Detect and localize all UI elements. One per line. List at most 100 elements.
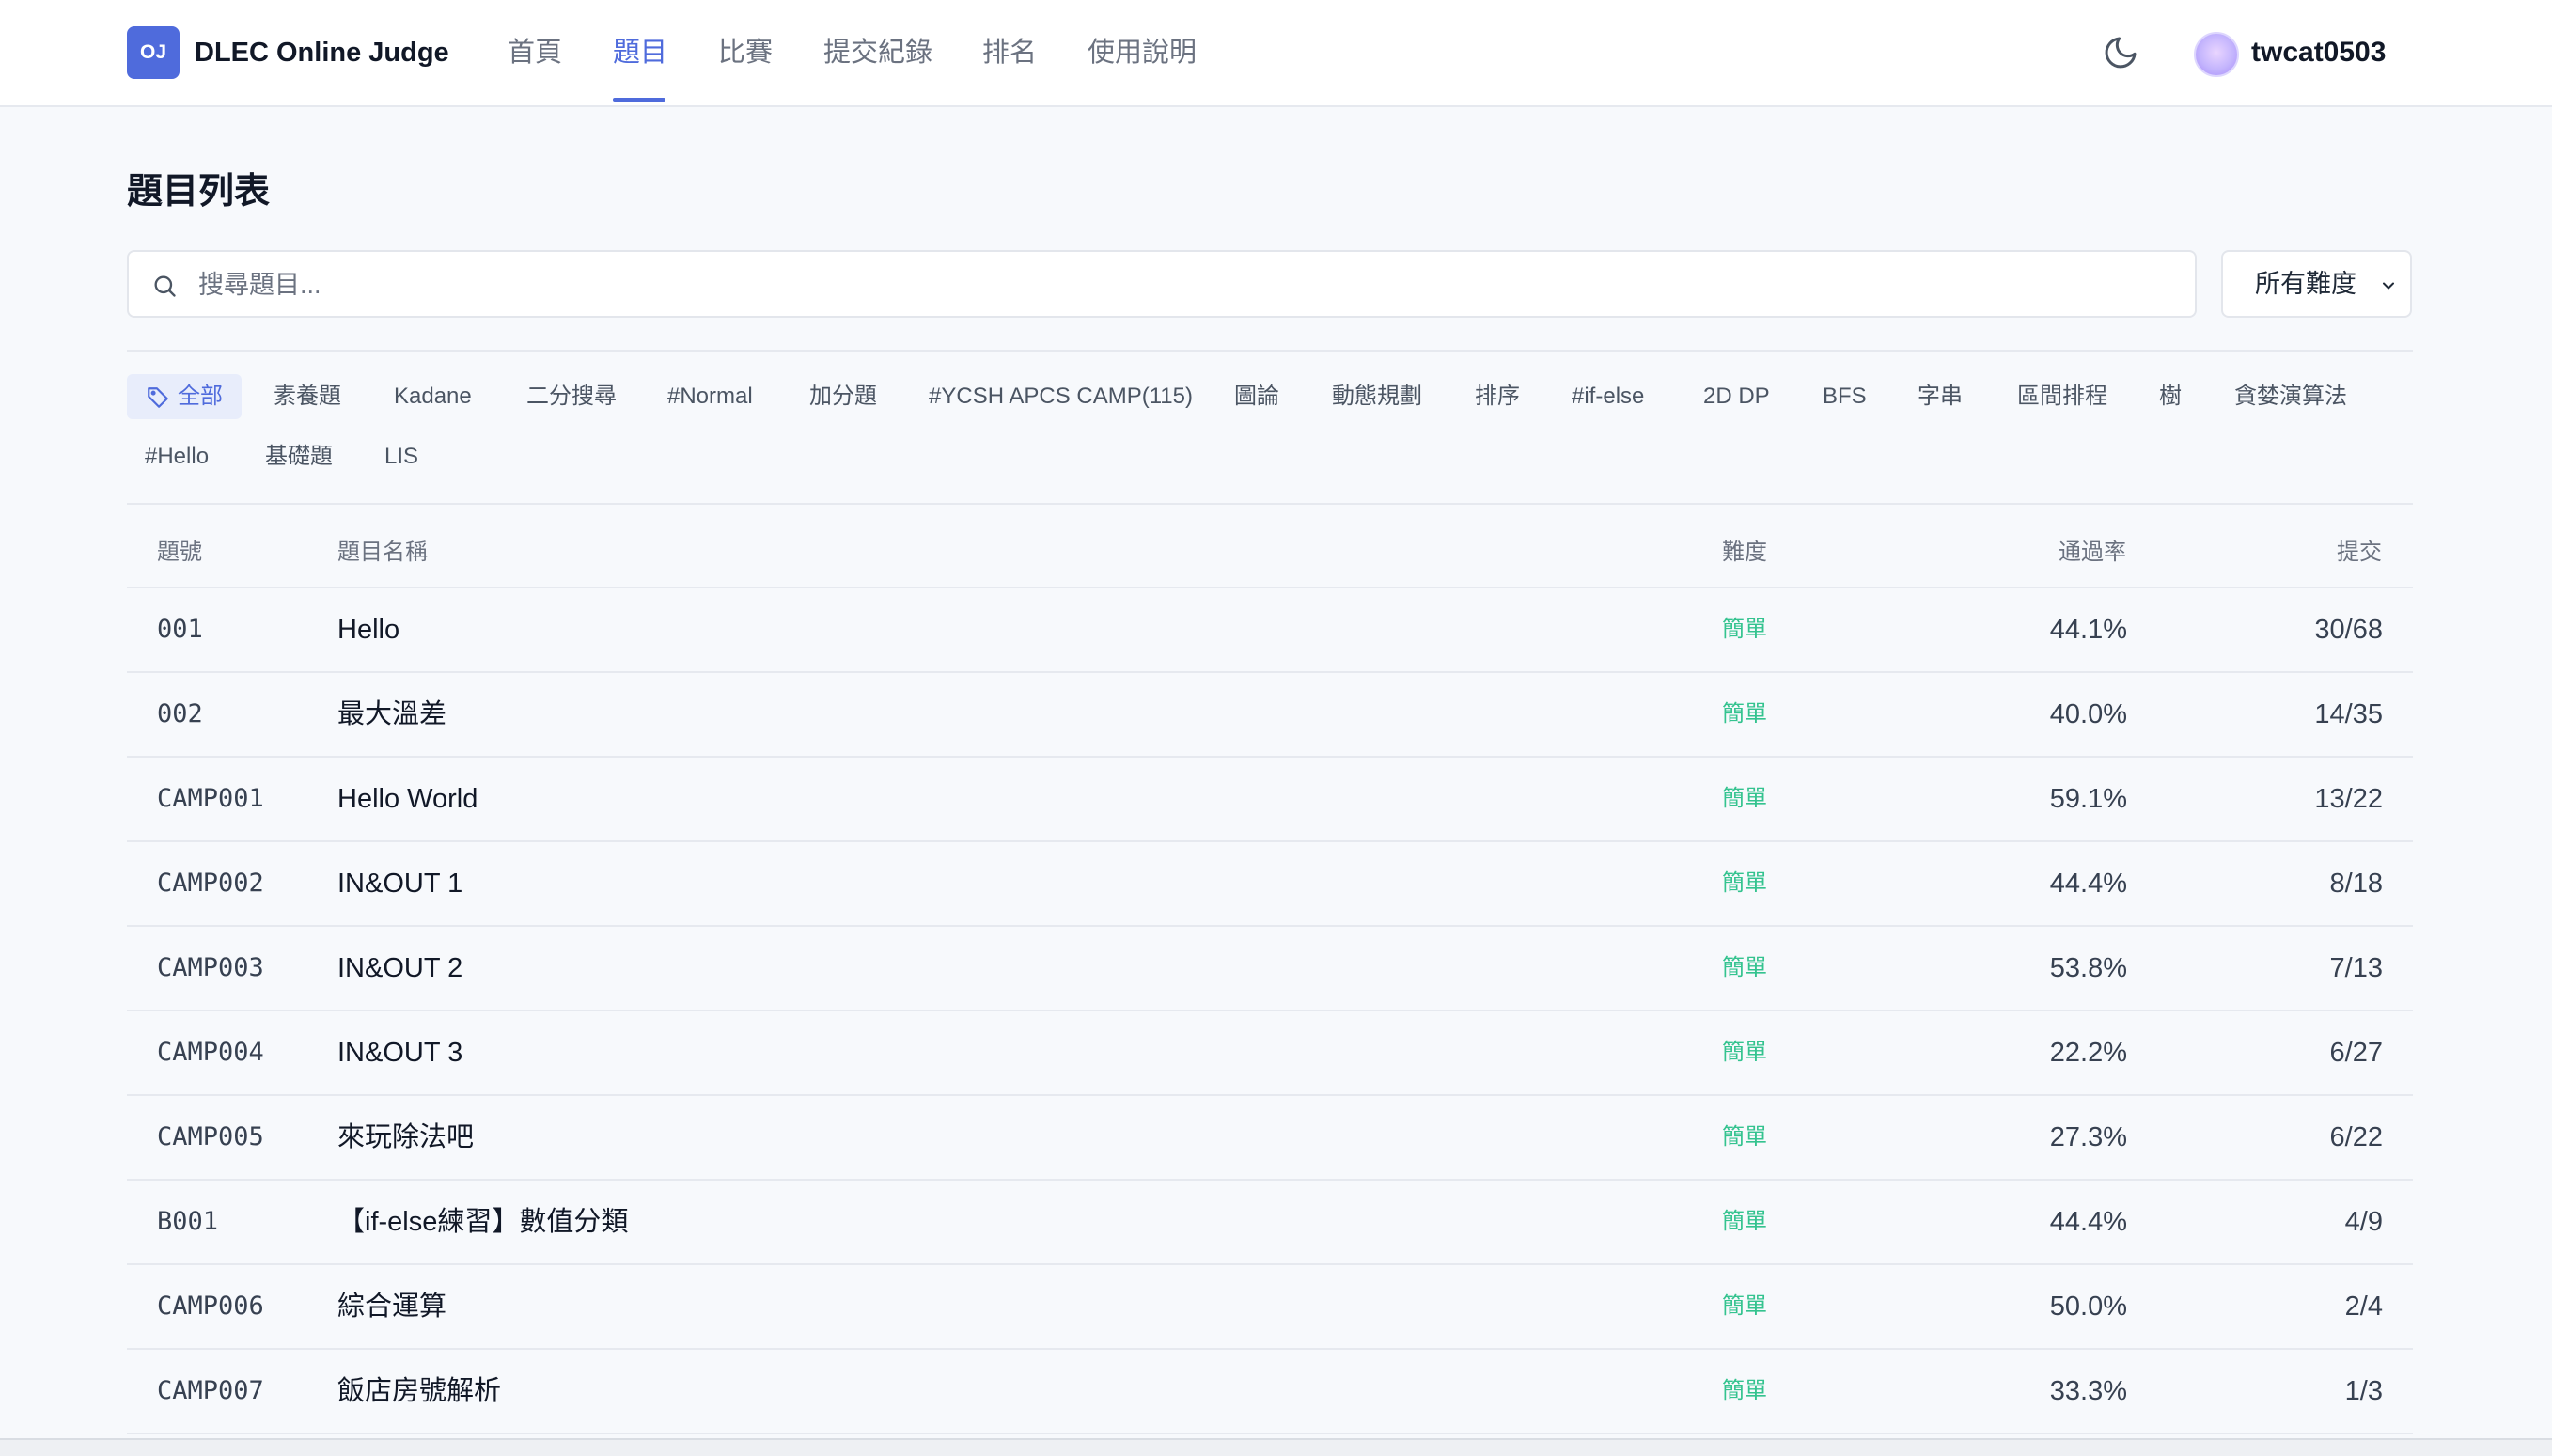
search-icon	[154, 275, 176, 297]
tag-filter[interactable]: 2D DP	[1703, 380, 1770, 414]
theme-toggle-button[interactable]	[2102, 34, 2139, 71]
difficulty-label: 簡單	[1722, 1124, 1767, 1150]
problem-name[interactable]: 來玩除法吧	[337, 1096, 474, 1179]
submission-count: 7/13	[2329, 953, 2383, 983]
pass-rate: 33.3%	[2049, 1376, 2127, 1406]
pass-rate: 59.1%	[2049, 784, 2127, 814]
pass-rate: 44.1%	[2049, 615, 2127, 645]
tag-filter[interactable]: BFS	[1823, 380, 1867, 414]
problem-name[interactable]: IN&OUT 3	[337, 1011, 462, 1094]
column-header-id[interactable]: 題號	[157, 536, 202, 570]
tag-filter[interactable]: 圖論	[1234, 380, 1279, 414]
column-header-name[interactable]: 題目名稱	[337, 536, 428, 570]
search-box[interactable]	[127, 250, 2197, 318]
table-row[interactable]: CAMP003 IN&OUT 2 簡單 53.8% 7/13	[127, 927, 2413, 1011]
submission-count: 1/3	[2344, 1376, 2383, 1406]
problem-id: CAMP002	[157, 869, 264, 898]
difficulty-label: 簡單	[1722, 617, 1767, 642]
difficulty-label: 簡單	[1722, 1040, 1767, 1065]
problem-id: CAMP005	[157, 1122, 264, 1151]
table-row[interactable]: CAMP001 Hello World 簡單 59.1% 13/22	[127, 758, 2413, 842]
problem-name[interactable]: Hello	[337, 588, 399, 671]
pass-rate: 44.4%	[2049, 1207, 2127, 1237]
column-header-submissions[interactable]: 提交	[2337, 536, 2382, 570]
submission-count: 6/27	[2329, 1038, 2383, 1068]
problem-name[interactable]: 最大溫差	[337, 673, 446, 756]
nav-submissions[interactable]: 提交紀錄	[823, 32, 932, 73]
problem-name[interactable]: Hello World	[337, 758, 478, 840]
tag-filter[interactable]: 素養題	[274, 380, 341, 414]
problem-name[interactable]: 【if-else練習】數值分類	[337, 1181, 628, 1263]
table-row[interactable]: CAMP007 飯店房號解析 簡單 33.3% 1/3	[127, 1350, 2413, 1434]
tag-filter[interactable]: 貪婪演算法	[2234, 380, 2347, 414]
tag-filter[interactable]: 基礎題	[265, 440, 333, 474]
submission-count: 4/9	[2344, 1207, 2383, 1237]
top-navbar: OJ DLEC Online Judge 首頁 題目 比賽 提交紀錄 排名 使用…	[0, 0, 2552, 107]
problem-id: CAMP006	[157, 1292, 264, 1321]
tag-filter[interactable]: LIS	[384, 440, 418, 474]
tag-filter[interactable]: 排序	[1475, 380, 1520, 414]
tag-filter[interactable]: #Hello	[145, 440, 209, 474]
table-row[interactable]: 002 最大溫差 簡單 40.0% 14/35	[127, 673, 2413, 758]
difficulty-select[interactable]: 所有難度	[2221, 250, 2412, 318]
submission-count: 30/68	[2314, 615, 2383, 645]
problem-id: B001	[157, 1207, 219, 1236]
nav-contests[interactable]: 比賽	[718, 32, 773, 73]
table-row[interactable]: CAMP004 IN&OUT 3 簡單 22.2% 6/27	[127, 1011, 2413, 1096]
pass-rate: 27.3%	[2049, 1122, 2127, 1152]
tag-filter[interactable]: 二分搜尋	[526, 380, 617, 414]
table-row[interactable]: CAMP006 綜合運算 簡單 50.0% 2/4	[127, 1265, 2413, 1350]
tag-filter[interactable]: #if-else	[1572, 380, 1644, 414]
search-input[interactable]	[196, 263, 2174, 306]
problem-name[interactable]: 飯店房號解析	[337, 1350, 501, 1433]
problem-id: CAMP001	[157, 784, 264, 813]
column-header-difficulty[interactable]: 難度	[1722, 536, 1767, 570]
tag-label: 全部	[178, 384, 223, 409]
chevron-down-icon	[2383, 282, 2394, 290]
nav-ranking[interactable]: 排名	[982, 32, 1037, 73]
nav-help[interactable]: 使用說明	[1088, 32, 1197, 73]
nav-problems[interactable]: 題目	[613, 32, 667, 73]
divider	[127, 503, 2413, 505]
tag-filter[interactable]: #YCSH APCS CAMP(115)	[929, 380, 1193, 414]
nav-active-indicator	[613, 98, 665, 102]
pass-rate: 40.0%	[2049, 699, 2127, 729]
difficulty-label: 簡單	[1722, 955, 1767, 980]
column-header-rate[interactable]: 通過率	[2059, 536, 2126, 570]
difficulty-label: 簡單	[1722, 1378, 1767, 1403]
tag-filter[interactable]: 區間排程	[2017, 380, 2107, 414]
nav-home[interactable]: 首頁	[508, 32, 562, 73]
submission-count: 13/22	[2314, 784, 2383, 814]
problem-id: CAMP004	[157, 1038, 264, 1067]
table-row[interactable]: 001 Hello 簡單 44.1% 30/68	[127, 588, 2413, 673]
brand-name[interactable]: DLEC Online Judge	[195, 32, 449, 73]
pass-rate: 22.2%	[2049, 1038, 2127, 1068]
table-row[interactable]: CAMP005 來玩除法吧 簡單 27.3% 6/22	[127, 1096, 2413, 1181]
tag-icon	[148, 387, 168, 408]
tag-filter[interactable]: Kadane	[394, 380, 472, 414]
logo-text: OJ	[139, 41, 166, 63]
problem-name[interactable]: IN&OUT 1	[337, 842, 462, 925]
tag-filter[interactable]: #Normal	[667, 380, 753, 414]
problem-id: CAMP007	[157, 1376, 264, 1405]
pass-rate: 50.0%	[2049, 1292, 2127, 1322]
problem-id: 001	[157, 615, 203, 644]
problem-name[interactable]: 綜合運算	[337, 1265, 446, 1348]
difficulty-label: 簡單	[1722, 701, 1767, 727]
tag-filter[interactable]: 加分題	[809, 380, 877, 414]
table-row[interactable]: CAMP002 IN&OUT 1 簡單 44.4% 8/18	[127, 842, 2413, 927]
problem-id: CAMP003	[157, 953, 264, 982]
table-row[interactable]: B001 【if-else練習】數值分類 簡單 44.4% 4/9	[127, 1181, 2413, 1265]
username[interactable]: twcat0503	[2251, 32, 2386, 73]
divider	[127, 350, 2413, 352]
tag-filter[interactable]: 樹	[2159, 380, 2182, 414]
tag-filter[interactable]: 字串	[1918, 380, 1963, 414]
problem-name[interactable]: IN&OUT 2	[337, 927, 462, 1010]
avatar[interactable]	[2194, 32, 2239, 77]
difficulty-label: 簡單	[1722, 870, 1767, 896]
logo[interactable]: OJ	[127, 26, 180, 79]
problem-id: 002	[157, 699, 203, 728]
page-title: 題目列表	[127, 172, 271, 211]
tag-filter-all[interactable]: 全部	[127, 374, 242, 419]
tag-filter[interactable]: 動態規劃	[1332, 380, 1422, 414]
